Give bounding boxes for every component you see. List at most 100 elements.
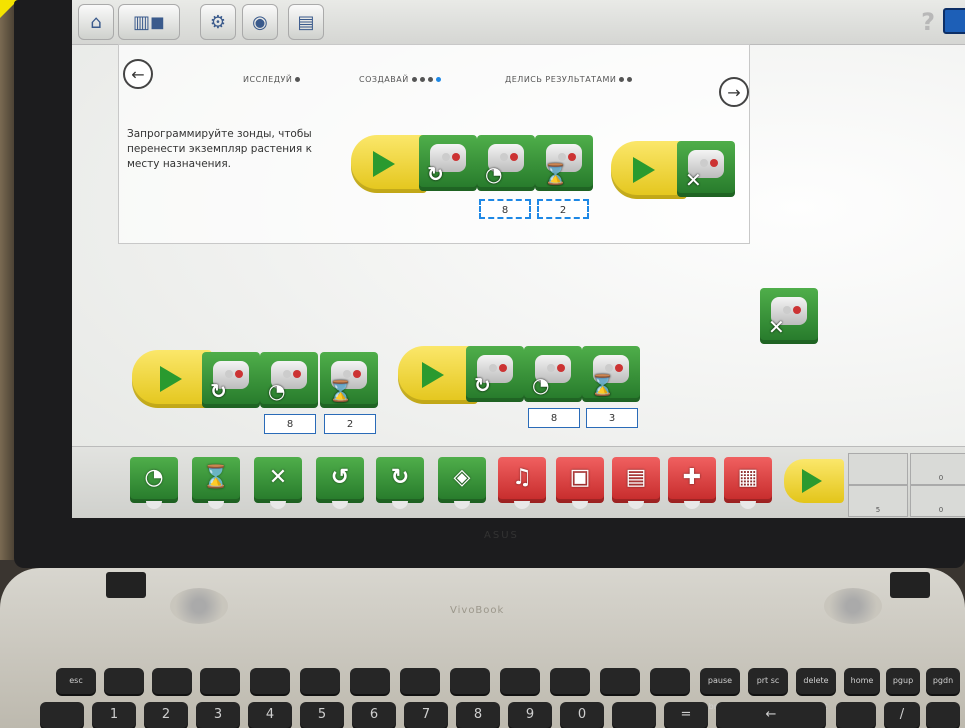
bezel-brand: ASUS bbox=[484, 530, 519, 541]
motor-forward-icon[interactable]: ↻ bbox=[376, 457, 424, 509]
key-6[interactable]: 6 bbox=[352, 702, 396, 728]
key-f11[interactable] bbox=[600, 668, 640, 694]
device-tilt-icon[interactable]: 0 bbox=[910, 485, 965, 517]
sound-icon[interactable]: ♫ bbox=[498, 457, 546, 509]
key-esc[interactable]: esc bbox=[56, 668, 96, 694]
key-7[interactable]: 7 bbox=[404, 702, 448, 728]
example-motor-forward-block: ↻ bbox=[419, 135, 477, 191]
key-slash[interactable]: / bbox=[884, 702, 920, 728]
key-numlock[interactable] bbox=[836, 702, 876, 728]
key-minus[interactable] bbox=[612, 702, 656, 728]
example-motor-power-block: ◔ bbox=[477, 135, 535, 191]
key-equals[interactable]: = bbox=[664, 702, 708, 728]
key-1[interactable]: 1 bbox=[92, 702, 136, 728]
right-hinge bbox=[890, 572, 930, 598]
key-pause[interactable]: pause break bbox=[700, 668, 740, 711]
key-f3[interactable] bbox=[200, 668, 240, 694]
key-f2[interactable] bbox=[152, 668, 192, 694]
laptop-bezel: ⌂ ▥◼ ⚙ ◉ ▤ ? ← ИССЛЕДУЙ СОЗДАВАЙ ДЕЛИСЬ … bbox=[14, 0, 965, 568]
key-8[interactable]: 8 bbox=[456, 702, 500, 728]
key-f1[interactable] bbox=[104, 668, 144, 694]
key-asterisk[interactable] bbox=[926, 702, 960, 728]
light-icon[interactable]: ◈ bbox=[438, 457, 486, 509]
right-wait-input[interactable]: 3 bbox=[586, 408, 638, 428]
key-0[interactable]: 0 bbox=[560, 702, 604, 728]
step-create[interactable]: СОЗДАВАЙ bbox=[359, 75, 441, 84]
key-5[interactable]: 5 bbox=[300, 702, 344, 728]
device-hub-value: 0 bbox=[938, 474, 944, 482]
back-arrow-icon[interactable]: ← bbox=[123, 59, 153, 89]
add-to-display-icon[interactable]: ✚ bbox=[668, 457, 716, 509]
left-wait-block[interactable]: ⌛ bbox=[320, 352, 378, 408]
key-f12[interactable] bbox=[650, 668, 690, 694]
key-f6[interactable] bbox=[350, 668, 390, 694]
next-arrow-icon[interactable]: → bbox=[719, 77, 749, 107]
library-icon[interactable]: ▥◼ bbox=[118, 4, 180, 40]
example-power-input: 8 bbox=[479, 199, 531, 219]
left-start-block[interactable] bbox=[132, 350, 212, 408]
key-f8[interactable] bbox=[450, 668, 490, 694]
step-share[interactable]: ДЕЛИСЬ РЕЗУЛЬТАТАМИ bbox=[505, 75, 633, 84]
app-toolbar: ⌂ ▥◼ ⚙ ◉ ▤ ? bbox=[72, 0, 965, 45]
key-4[interactable]: 4 bbox=[248, 702, 292, 728]
start-block-icon[interactable] bbox=[784, 459, 844, 503]
display-background-icon[interactable]: ▣ bbox=[556, 457, 604, 509]
fullscreen-icon[interactable] bbox=[943, 8, 965, 34]
left-speaker bbox=[170, 588, 228, 624]
left-hinge bbox=[106, 572, 146, 598]
device-hub-icon[interactable]: 0 bbox=[910, 453, 965, 485]
document-icon[interactable]: ▤ bbox=[288, 4, 324, 40]
motor-power-icon[interactable]: ◔ bbox=[130, 457, 178, 509]
key-f4[interactable] bbox=[250, 668, 290, 694]
example-start-block bbox=[351, 135, 427, 193]
gear-icon[interactable]: ⚙ bbox=[200, 4, 236, 40]
left-wait-input[interactable]: 2 bbox=[324, 414, 376, 434]
lesson-instruction: Запрограммируйте зонды, чтобы перенести … bbox=[127, 128, 312, 170]
loose-motor-stop-block[interactable]: ✕ bbox=[760, 288, 818, 344]
key-2[interactable]: 2 bbox=[144, 702, 188, 728]
device-sensor-icon[interactable]: 5 bbox=[848, 485, 908, 517]
example-wait-input: 2 bbox=[537, 199, 589, 219]
example-motor-stop-block: ✕ bbox=[677, 141, 735, 197]
right-speaker bbox=[824, 588, 882, 624]
block-palette: ◔ ⌛ ✕ ↺ ↻ ◈ ♫ ▣ ▤ ✚ ▦ 5 0 0 bbox=[72, 446, 965, 518]
example-wait-block: ⌛ bbox=[535, 135, 593, 191]
device-motor-icon[interactable] bbox=[848, 453, 908, 485]
key-3[interactable]: 3 bbox=[196, 702, 240, 728]
example-start-block-2 bbox=[611, 141, 687, 199]
left-motor-forward-block[interactable]: ↻ bbox=[202, 352, 260, 408]
motor-stop-icon[interactable]: ✕ bbox=[254, 457, 302, 509]
right-power-input[interactable]: 8 bbox=[528, 408, 580, 428]
key-tilde[interactable] bbox=[40, 702, 84, 728]
display-collapse-icon[interactable]: ▦ bbox=[724, 457, 772, 509]
key-home[interactable]: home bbox=[844, 668, 880, 694]
step-create-label: СОЗДАВАЙ bbox=[359, 75, 409, 84]
device-tilt-value: 0 bbox=[938, 506, 944, 514]
key-f10[interactable] bbox=[550, 668, 590, 694]
display-number-icon[interactable]: ▤ bbox=[612, 457, 660, 509]
right-motor-power-block[interactable]: ◔ bbox=[524, 346, 582, 402]
help-button[interactable]: ? bbox=[921, 8, 935, 36]
step-explore[interactable]: ИССЛЕДУЙ bbox=[243, 75, 301, 84]
key-delete[interactable]: delete insert bbox=[796, 668, 836, 711]
home-icon[interactable]: ⌂ bbox=[78, 4, 114, 40]
key-f7[interactable] bbox=[400, 668, 440, 694]
key-prtsc[interactable]: prt sc sysrq bbox=[748, 668, 788, 711]
key-f9[interactable] bbox=[500, 668, 540, 694]
key-pgdn[interactable]: pgdn bbox=[926, 668, 960, 694]
device-sensor-value: 5 bbox=[875, 506, 881, 514]
left-motor-power-block[interactable]: ◔ bbox=[260, 352, 318, 408]
palmrest-brand: VivoBook bbox=[450, 605, 505, 616]
key-backspace[interactable]: ← bbox=[716, 702, 826, 728]
key-9[interactable]: 9 bbox=[508, 702, 552, 728]
lesson-panel: ← ИССЛЕДУЙ СОЗДАВАЙ ДЕЛИСЬ РЕЗУЛЬТАТАМИ … bbox=[118, 44, 750, 244]
step-explore-label: ИССЛЕДУЙ bbox=[243, 75, 293, 84]
right-wait-block[interactable]: ⌛ bbox=[582, 346, 640, 402]
right-motor-forward-block[interactable]: ↻ bbox=[466, 346, 524, 402]
motor-reverse-icon[interactable]: ↺ bbox=[316, 457, 364, 509]
key-pgup[interactable]: pgup bbox=[886, 668, 920, 694]
left-power-input[interactable]: 8 bbox=[264, 414, 316, 434]
wait-icon[interactable]: ⌛ bbox=[192, 457, 240, 509]
camera-icon[interactable]: ◉ bbox=[242, 4, 278, 40]
key-f5[interactable] bbox=[300, 668, 340, 694]
